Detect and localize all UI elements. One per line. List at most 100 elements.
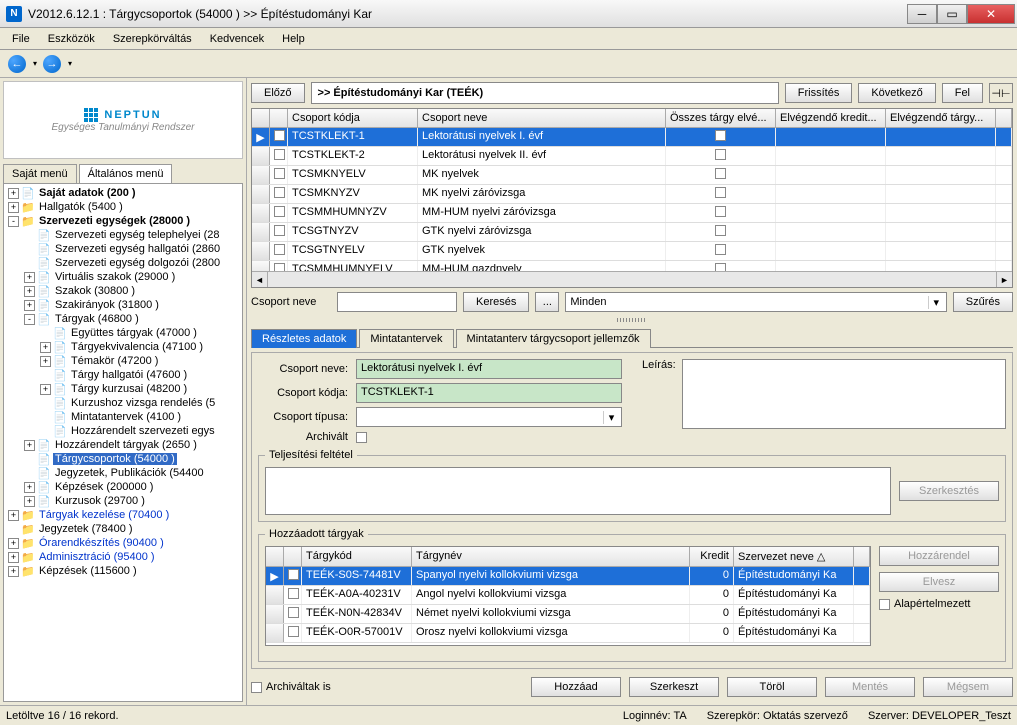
tree-label[interactable]: Saját adatok (200 ) [37,187,138,199]
checkbox-archived[interactable] [356,432,367,443]
row-checkbox[interactable] [274,130,285,141]
tree-label[interactable]: Szervezeti egység hallgatói (2860 [53,243,222,255]
table-row[interactable]: ▶TEÉK-S0S-74481VSpanyol nyelvi kollokviu… [266,567,870,586]
cancel-button[interactable]: Mégsem [923,677,1013,697]
row-checkbox[interactable] [274,263,285,271]
table-row[interactable]: TEÉK-N0N-42834VNémet nyelvi kollokviumi … [266,605,870,624]
tree-node[interactable]: +📁Hallgatók (5400 ) [6,200,240,214]
tree-label[interactable]: Hozzárendelt szervezeti egys [69,425,217,437]
checkbox-default[interactable] [879,599,890,610]
tab-general-menu[interactable]: Általános menü [79,164,173,183]
tree-node[interactable]: +📄Tárgy kurzusai (48200 ) [6,382,240,396]
remove-button[interactable]: Elvesz [879,572,999,592]
row-checkbox[interactable] [715,225,726,236]
tree-label[interactable]: Szervezeti egység telephelyei (28 [53,229,221,241]
menu-help[interactable]: Help [274,31,313,47]
row-checkbox[interactable] [274,225,285,236]
row-checkbox[interactable] [274,149,285,160]
col-subj-code[interactable]: Tárgykód [302,547,412,566]
up-button[interactable]: Fel [942,83,983,103]
tree-toggle-icon[interactable]: + [8,510,19,521]
tree-label[interactable]: Hallgatók (5400 ) [37,201,125,213]
row-checkbox[interactable] [274,168,285,179]
delete-button[interactable]: Töröl [727,677,817,697]
col-subj-org[interactable]: Szervezet neve △ [734,547,854,566]
menu-fav[interactable]: Kedvencek [202,31,272,47]
tree-node[interactable]: 📁Jegyzetek (78400 ) [6,522,240,536]
table-row[interactable]: TCSMKNYZVMK nyelvi záróvizsga [252,185,1012,204]
tree-node[interactable]: 📄Tárgycsoportok (54000 ) [6,452,240,466]
nav-back-button[interactable]: ← [6,53,28,75]
row-checkbox[interactable] [715,187,726,198]
tree-label[interactable]: Órarendkészítés (90400 ) [37,537,166,549]
groups-grid[interactable]: Csoport kódja Csoport neve Összes tárgy … [251,108,1013,288]
tree-label[interactable]: Tárgyak kezelése (70400 ) [37,509,171,521]
table-row[interactable]: TCSGTNYELVGTK nyelvek [252,242,1012,261]
tree-label[interactable]: Jegyzetek, Publikációk (54400 [53,467,206,479]
table-row[interactable]: TCSTKLEKT-2Lektorátusi nyelvek II. évf [252,147,1012,166]
tree-label[interactable]: Szervezeti egységek (28000 ) [37,215,192,227]
row-checkbox[interactable] [715,244,726,255]
pin-button[interactable]: ⊣⊢ [989,83,1013,103]
tree-node[interactable]: 📄Szervezeti egység telephelyei (28 [6,228,240,242]
row-checkbox[interactable] [715,168,726,179]
tree-label[interactable]: Szervezeti egység dolgozói (2800 [53,257,222,269]
tab-curricula[interactable]: Mintatantervek [359,329,453,348]
tree-node[interactable]: +📁Képzések (115600 ) [6,564,240,578]
tree-node[interactable]: 📄Kurzushoz vizsga rendelés (5 [6,396,240,410]
default-checkbox-label[interactable]: Alapértelmezett [879,598,999,610]
archived-also-label[interactable]: Archiváltak is [251,681,331,693]
tree-label[interactable]: Tárgy hallgatói (47600 ) [69,369,189,381]
tree-toggle-icon[interactable]: + [40,342,51,353]
tree-node[interactable]: +📄Képzések (200000 ) [6,480,240,494]
close-button[interactable]: ✕ [967,4,1015,24]
tree-toggle-icon[interactable]: + [8,566,19,577]
tree-label[interactable]: Kurzushoz vizsga rendelés (5 [69,397,217,409]
row-checkbox[interactable] [288,569,299,580]
checkbox-archived-also[interactable] [251,682,262,693]
tree-node[interactable]: +📄Témakör (47200 ) [6,354,240,368]
next-button[interactable]: Következő [858,83,935,103]
refresh-button[interactable]: Frissítés [785,83,853,103]
assign-button[interactable]: Hozzárendel [879,546,999,566]
tree-node[interactable]: 📄Mintatantervek (4100 ) [6,410,240,424]
row-checkbox[interactable] [715,263,726,271]
tree-node[interactable]: +📄Szakok (30800 ) [6,284,240,298]
col-name[interactable]: Csoport neve [418,109,666,127]
tree-label[interactable]: Képzések (115600 ) [37,565,139,577]
row-checkbox[interactable] [274,187,285,198]
tree-label[interactable]: Tárgyekvivalencia (47100 ) [69,341,205,353]
tree-node[interactable]: 📄Szervezeti egység dolgozói (2800 [6,256,240,270]
tree-label[interactable]: Együttes tárgyak (47000 ) [69,327,199,339]
tree-toggle-icon[interactable]: - [8,216,19,227]
tree-toggle-icon[interactable]: + [24,440,35,451]
tree-toggle-icon[interactable]: + [24,272,35,283]
maximize-button[interactable]: ▭ [937,4,967,24]
table-row[interactable]: TEÉK-A0A-40231VAngol nyelvi kollokviumi … [266,586,870,605]
back-dropdown-icon[interactable]: ▾ [33,59,37,68]
edit-button[interactable]: Szerkeszt [629,677,719,697]
col-code[interactable]: Csoport kódja [288,109,418,127]
col-subj-name[interactable]: Tárgynév [412,547,690,566]
prev-button[interactable]: Előző [251,83,305,103]
splitter[interactable] [251,316,1013,324]
tree-label[interactable]: Tárgy kurzusai (48200 ) [69,383,189,395]
table-row[interactable]: TCSMMHUMNYELVMM-HUM gazdnyelv [252,261,1012,271]
tree-node[interactable]: -📁Szervezeti egységek (28000 ) [6,214,240,228]
tree-node[interactable]: 📄Tárgy hallgatói (47600 ) [6,368,240,382]
tree-label[interactable]: Mintatantervek (4100 ) [69,411,183,423]
menu-tools[interactable]: Eszközök [40,31,103,47]
table-row[interactable]: TEÉK-O0R-57001VOrosz nyelvi kollokviumi … [266,624,870,643]
row-checkbox[interactable] [274,244,285,255]
col-subj-kr[interactable]: Kredit [690,547,734,566]
tree-toggle-icon[interactable]: + [8,552,19,563]
table-row[interactable]: TCSGTNYZVGTK nyelvi záróvizsga [252,223,1012,242]
tree-node[interactable]: 📄Együttes tárgyak (47000 ) [6,326,240,340]
search-input[interactable] [337,292,457,312]
tree-label[interactable]: Témakör (47200 ) [69,355,160,367]
row-checkbox[interactable] [288,626,299,637]
tree-node[interactable]: +📄Tárgyekvivalencia (47100 ) [6,340,240,354]
row-checkbox[interactable] [715,206,726,217]
tab-curriculum-props[interactable]: Mintatanterv tárgycsoport jellemzők [456,329,651,348]
tree-node[interactable]: +📁Órarendkészítés (90400 ) [6,536,240,550]
